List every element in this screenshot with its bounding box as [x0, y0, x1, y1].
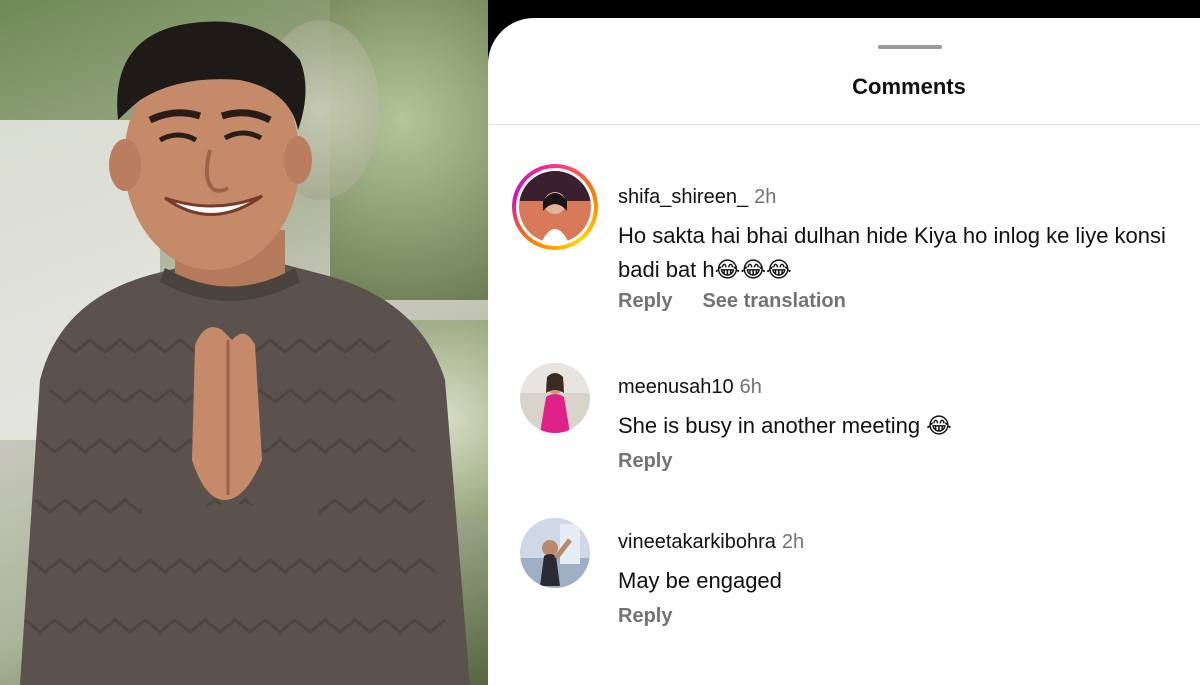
avatar[interactable]	[512, 164, 598, 250]
person-photo	[0, 0, 488, 685]
drag-handle[interactable]	[878, 45, 942, 49]
comment-time: 6h	[739, 376, 762, 398]
reply-button[interactable]: Reply	[618, 605, 672, 627]
see-translation-button[interactable]: See translation	[702, 290, 845, 312]
avatar-image	[519, 171, 591, 243]
avatar-image	[520, 518, 590, 588]
comment-username[interactable]: meenusah10	[618, 376, 734, 398]
comment-username[interactable]: vineetakarkibohra	[618, 531, 776, 553]
person-namaste-illustration	[20, 21, 470, 685]
comment-time: 2h	[781, 531, 805, 553]
comment-item: vineetakarkibohra 2h May be engaged Reply	[488, 503, 1200, 633]
comment-text: She is busy in another meeting 😂	[618, 413, 952, 438]
avatar[interactable]	[520, 518, 590, 588]
comments-sheet: Comments shifa_shireen_ 2h Ho sakta hai b…	[488, 18, 1200, 685]
comment-item: meenusah10 6h She is busy in another meet…	[488, 348, 1200, 478]
reply-button[interactable]: Reply	[618, 450, 672, 472]
comment-text: May be engaged	[618, 568, 782, 593]
comment-item: shifa_shireen_ 2h Ho sakta hai bhai dulha…	[488, 158, 1200, 328]
avatar-image	[520, 363, 590, 433]
sheet-title: Comments	[852, 74, 966, 99]
comment-username[interactable]: shifa_shireen_	[618, 186, 748, 208]
header-divider	[488, 124, 1200, 125]
reply-button[interactable]: Reply	[618, 290, 672, 312]
avatar[interactable]	[520, 363, 590, 433]
comment-time: 2h	[754, 186, 777, 208]
comment-text: Ho sakta hai bhai dulhan hide Kiya ho in…	[618, 223, 1166, 282]
